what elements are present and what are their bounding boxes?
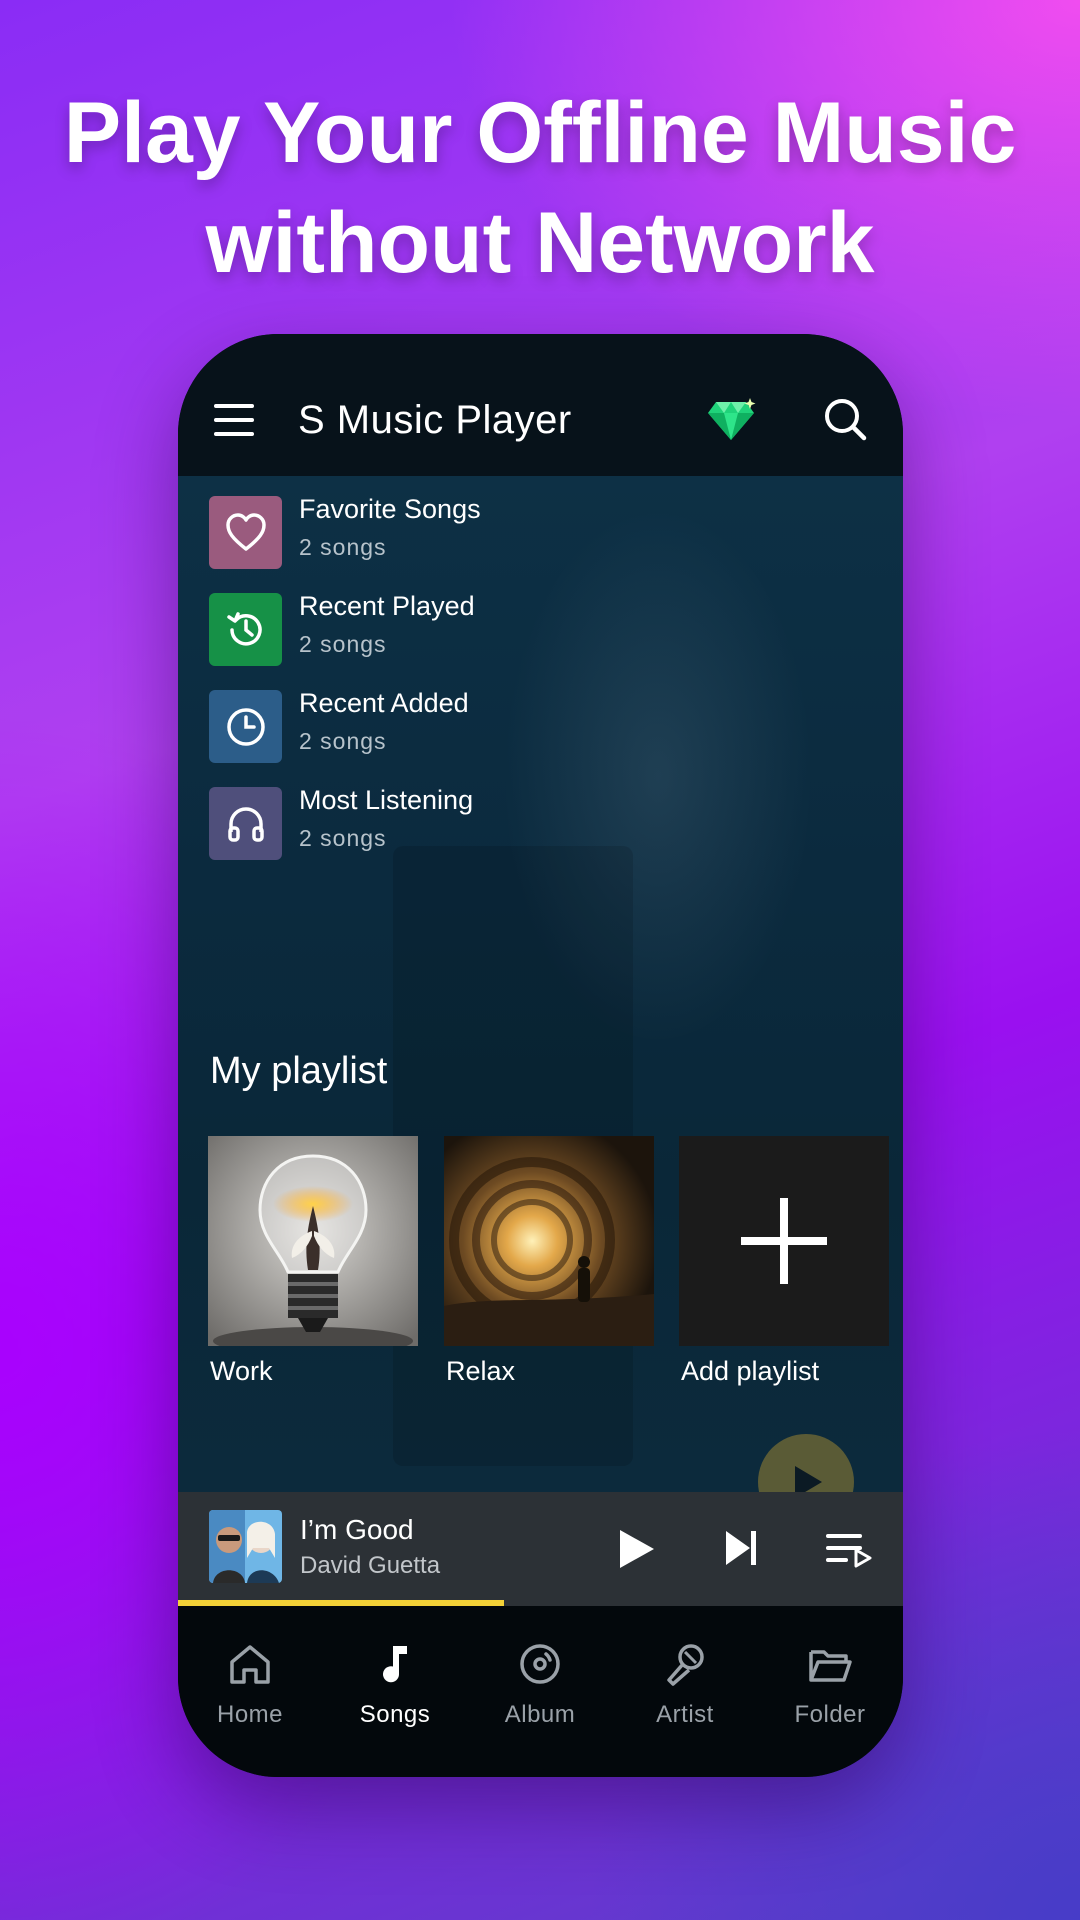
album-disc-icon [520,1644,560,1684]
headline-line-1: Play Your Offline Music [63,85,1017,181]
category-song-count: 2 songs [299,631,387,657]
category-title: Most Listening [299,785,474,815]
category-recent-added[interactable]: Recent Added 2 songs [209,688,809,764]
heart-icon [209,496,282,569]
microphone-icon [667,1644,704,1686]
category-recent-played[interactable]: Recent Played 2 songs [209,591,809,667]
add-playlist-card[interactable]: Add playlist [679,1136,889,1387]
now-playing-artwork [209,1510,282,1583]
now-playing-artist: David Guetta [300,1552,441,1579]
my-playlist-heading: My playlist [210,1050,388,1092]
nav-home[interactable]: Home [190,1640,310,1729]
play-button[interactable] [616,1528,656,1570]
playlist-label: Add playlist [681,1356,820,1386]
mini-player[interactable]: I’m Good David Guetta [178,1492,903,1606]
bottom-navigation: Home Songs Album Artist Folder [178,1606,903,1777]
nav-label: Album [504,1701,576,1728]
nav-label: Songs [359,1701,431,1728]
headphones-icon [209,787,282,860]
category-song-count: 2 songs [299,728,387,754]
category-favorite-songs[interactable]: Favorite Songs 2 songs [209,494,809,570]
category-title: Favorite Songs [299,494,481,524]
playlist-card-relax[interactable]: Relax [444,1136,654,1387]
nav-folder[interactable]: Folder [770,1640,890,1729]
nav-label: Folder [794,1701,866,1728]
category-most-listening[interactable]: Most Listening 2 songs [209,785,809,861]
nav-album[interactable]: Album [480,1640,600,1729]
category-title: Recent Added [299,688,469,718]
nav-songs[interactable]: Songs [335,1640,455,1729]
app-title: S Music Player [298,398,572,442]
diamond-icon[interactable] [706,398,756,442]
now-playing-title: I’m Good [300,1514,414,1545]
nav-artist[interactable]: Artist [625,1640,745,1729]
home-icon [230,1645,270,1684]
nav-label: Home [216,1701,284,1728]
category-song-count: 2 songs [299,825,387,851]
app-bar: S Music Player [178,334,903,476]
category-song-count: 2 songs [299,534,387,560]
search-icon[interactable] [822,396,868,442]
clock-icon [209,690,282,763]
history-icon [209,593,282,666]
playlist-card-work[interactable]: Work [208,1136,418,1387]
music-note-icon [383,1646,407,1683]
playlist-label: Relax [446,1356,516,1386]
queue-list-button[interactable] [826,1532,872,1568]
playlist-label: Work [210,1356,273,1386]
folder-icon [809,1650,852,1682]
phone-frame: S Music Player Favorite Songs 2 songs Re… [178,334,903,1777]
playlist-cover-lightbulb [208,1136,418,1346]
playlist-cover-tunnel [444,1136,654,1346]
hamburger-menu-icon[interactable] [214,404,254,438]
headline-line-2: without Network [205,195,875,291]
next-track-button[interactable] [724,1528,758,1568]
library-content: Favorite Songs 2 songs Recent Played 2 s… [178,476,903,1530]
category-title: Recent Played [299,591,475,621]
nav-label: Artist [656,1701,714,1728]
plus-icon [679,1136,889,1346]
promo-headline: Play Your Offline Music without Network [0,78,1080,298]
